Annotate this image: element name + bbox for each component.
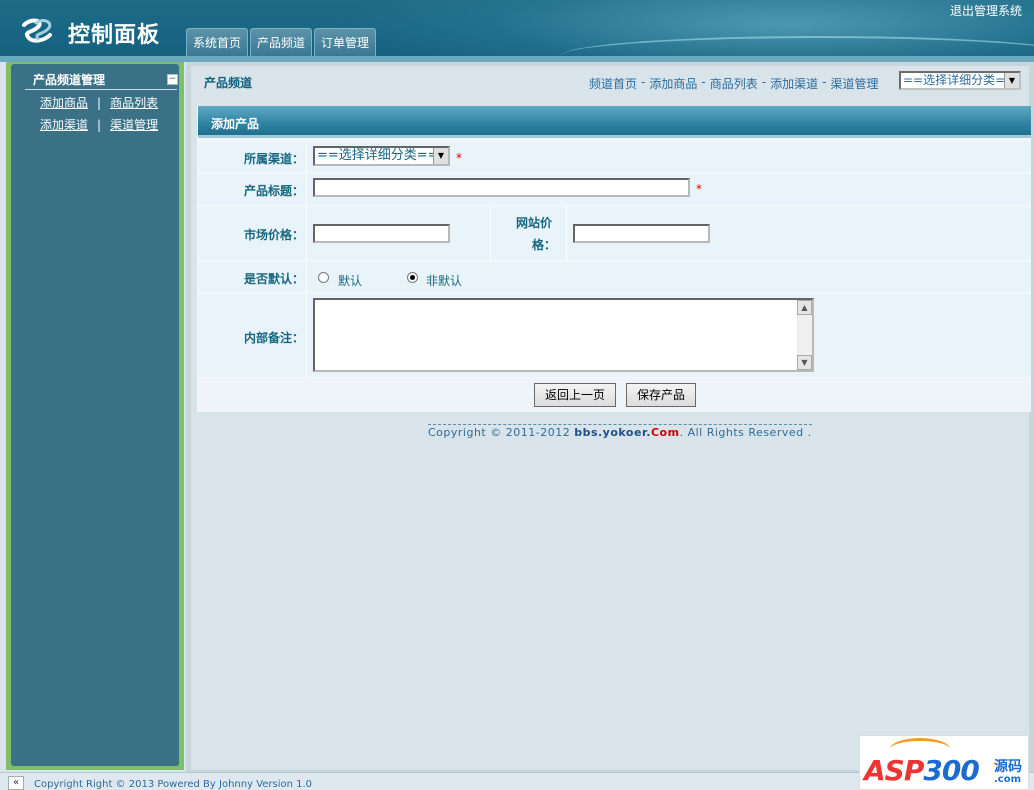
category-filter-select[interactable]: ==选择详细分类== ▼ xyxy=(899,71,1021,90)
form-row-prices: 市场价格： 网站价 格： xyxy=(198,207,1031,260)
cell-divider xyxy=(306,174,307,205)
form-row-notes: 内部备注： ▲ ▼ xyxy=(198,294,1031,377)
collapse-icon[interactable]: − xyxy=(167,74,178,85)
watermark-num: 300 xyxy=(923,754,979,787)
site-price-label-line1: 网站价 xyxy=(516,216,553,230)
notes-textarea[interactable]: ▲ ▼ xyxy=(313,298,814,372)
crumb-product-list[interactable]: 商品列表 xyxy=(710,75,758,92)
crumb-add-channel[interactable]: 添加渠道 xyxy=(770,75,818,92)
radio-default[interactable] xyxy=(318,272,329,283)
crumb-separator: - xyxy=(701,75,706,89)
collapse-sidebar-button[interactable]: « xyxy=(8,776,24,790)
sidebar-row: 添加渠道 | 渠道管理 xyxy=(40,116,158,133)
copyright-tld: Com xyxy=(650,426,680,439)
crumb-add-product[interactable]: 添加商品 xyxy=(649,75,697,92)
separator: | xyxy=(97,95,102,110)
dropdown-arrow-icon[interactable]: ▼ xyxy=(1004,73,1019,88)
radio-default-label: 默认 xyxy=(338,274,363,288)
tab-product-channel[interactable]: 产品频道 xyxy=(250,28,313,56)
required-mark: * xyxy=(456,151,462,165)
watermark-yuan: 源码 xyxy=(994,759,1022,775)
product-title-label: 产品标题： xyxy=(243,184,304,198)
sidebar-panel: 产品频道管理 − 添加商品 | 商品列表 添加渠道 | 渠道管理 xyxy=(11,64,179,766)
sidebar-item-add-channel[interactable]: 添加渠道 xyxy=(40,116,88,133)
separator: | xyxy=(97,117,102,132)
main-panel: 产品频道 频道首页 - 添加商品 - 商品列表 - 添加渠道 - 渠道管理 ==… xyxy=(186,62,1034,772)
form-row-actions: 返回上一页 保存产品 xyxy=(198,379,1031,412)
tab-order-management[interactable]: 订单管理 xyxy=(314,28,377,56)
logo-icon xyxy=(22,18,52,43)
sidebar: 产品频道管理 − 添加商品 | 商品列表 添加渠道 | 渠道管理 xyxy=(6,62,184,770)
cell-divider xyxy=(306,262,307,292)
main-content: 产品频道 频道首页 - 添加商品 - 商品列表 - 添加渠道 - 渠道管理 ==… xyxy=(191,66,1031,770)
cell-divider xyxy=(306,294,307,377)
section-title: 产品频道 xyxy=(204,76,253,90)
default-label: 是否默认： xyxy=(243,272,304,286)
site-price-input[interactable] xyxy=(573,224,710,243)
watermark-text: ASP300 xyxy=(864,754,980,787)
notes-label: 内部备注： xyxy=(243,331,304,345)
crumb-separator: - xyxy=(822,75,827,89)
watermark-com: .com xyxy=(994,774,1022,785)
form-row-default: 是否默认： 默认 非默认 xyxy=(198,262,1031,292)
main-nav: 系统首页 产品频道 订单管理 xyxy=(186,28,377,56)
watermark-asp: ASP xyxy=(864,754,924,787)
market-price-input[interactable] xyxy=(313,224,450,243)
scrollbar-track[interactable] xyxy=(797,315,812,355)
add-product-form: 添加产品 所属渠道： ==选择详细分类== ▼ * 产品标题： * 市场价格： … xyxy=(197,106,1031,412)
logout-link[interactable]: 退出管理系统 xyxy=(950,2,1022,19)
back-button[interactable]: 返回上一页 xyxy=(534,383,617,407)
sidebar-title: 产品频道管理 xyxy=(33,73,106,87)
channel-label: 所属渠道： xyxy=(243,152,304,166)
crumb-separator: - xyxy=(641,75,646,89)
cell-divider xyxy=(306,141,307,172)
copyright-notice: Copyright © 2011-2012 bbs.yokoer.Com. Al… xyxy=(428,424,812,439)
crumb-channel-home[interactable]: 频道首页 xyxy=(589,75,637,92)
market-price-label: 市场价格： xyxy=(243,228,304,242)
copyright-prefix: Copyright © 2011-2012 xyxy=(428,426,575,439)
copyright-suffix: . All Rights Reserved . xyxy=(679,426,812,439)
copyright-domain: bbs.yokoer. xyxy=(574,426,651,439)
form-title: 添加产品 xyxy=(211,117,260,131)
category-filter-value: ==选择详细分类== xyxy=(903,73,1016,87)
site-price-label-line2: 格： xyxy=(532,238,557,252)
sidebar-divider xyxy=(25,89,177,90)
cell-divider xyxy=(490,207,491,260)
cell-divider xyxy=(566,207,567,260)
form-row-title: 产品标题： * xyxy=(198,174,1031,205)
save-product-button[interactable]: 保存产品 xyxy=(626,383,697,407)
sidebar-item-channel-management[interactable]: 渠道管理 xyxy=(110,116,158,133)
app-title: 控制面板 xyxy=(68,22,161,48)
dropdown-arrow-icon[interactable]: ▼ xyxy=(433,148,448,164)
tab-system-home[interactable]: 系统首页 xyxy=(186,28,249,56)
required-mark: * xyxy=(696,182,702,196)
radio-non-default[interactable] xyxy=(407,272,418,283)
sidebar-item-add-product[interactable]: 添加商品 xyxy=(40,94,88,111)
scroll-down-icon[interactable]: ▼ xyxy=(797,355,812,370)
footer-copyright: Copyright Right © 2013 Powered By Johnny… xyxy=(34,779,313,790)
cell-divider xyxy=(306,207,307,260)
sidebar-item-product-list[interactable]: 商品列表 xyxy=(110,94,158,111)
sidebar-row: 添加商品 | 商品列表 xyxy=(40,94,158,111)
channel-select[interactable]: ==选择详细分类== ▼ xyxy=(313,146,450,166)
breadcrumb: 频道首页 - 添加商品 - 商品列表 - 添加渠道 - 渠道管理 xyxy=(589,75,878,92)
top-header: 控制面板 退出管理系统 系统首页 产品频道 订单管理 xyxy=(0,0,1034,62)
radio-non-default-label: 非默认 xyxy=(426,274,463,288)
crumb-channel-management[interactable]: 渠道管理 xyxy=(830,75,878,92)
scroll-up-icon[interactable]: ▲ xyxy=(797,300,812,315)
channel-select-value: ==选择详细分类== xyxy=(317,148,439,163)
product-title-input[interactable] xyxy=(313,178,690,197)
watermark-logo: ASP300 源码 .com xyxy=(859,735,1029,790)
form-header: 添加产品 xyxy=(198,106,1031,138)
crumb-separator: - xyxy=(761,75,767,89)
form-row-channel: 所属渠道： ==选择详细分类== ▼ * xyxy=(198,141,1031,172)
